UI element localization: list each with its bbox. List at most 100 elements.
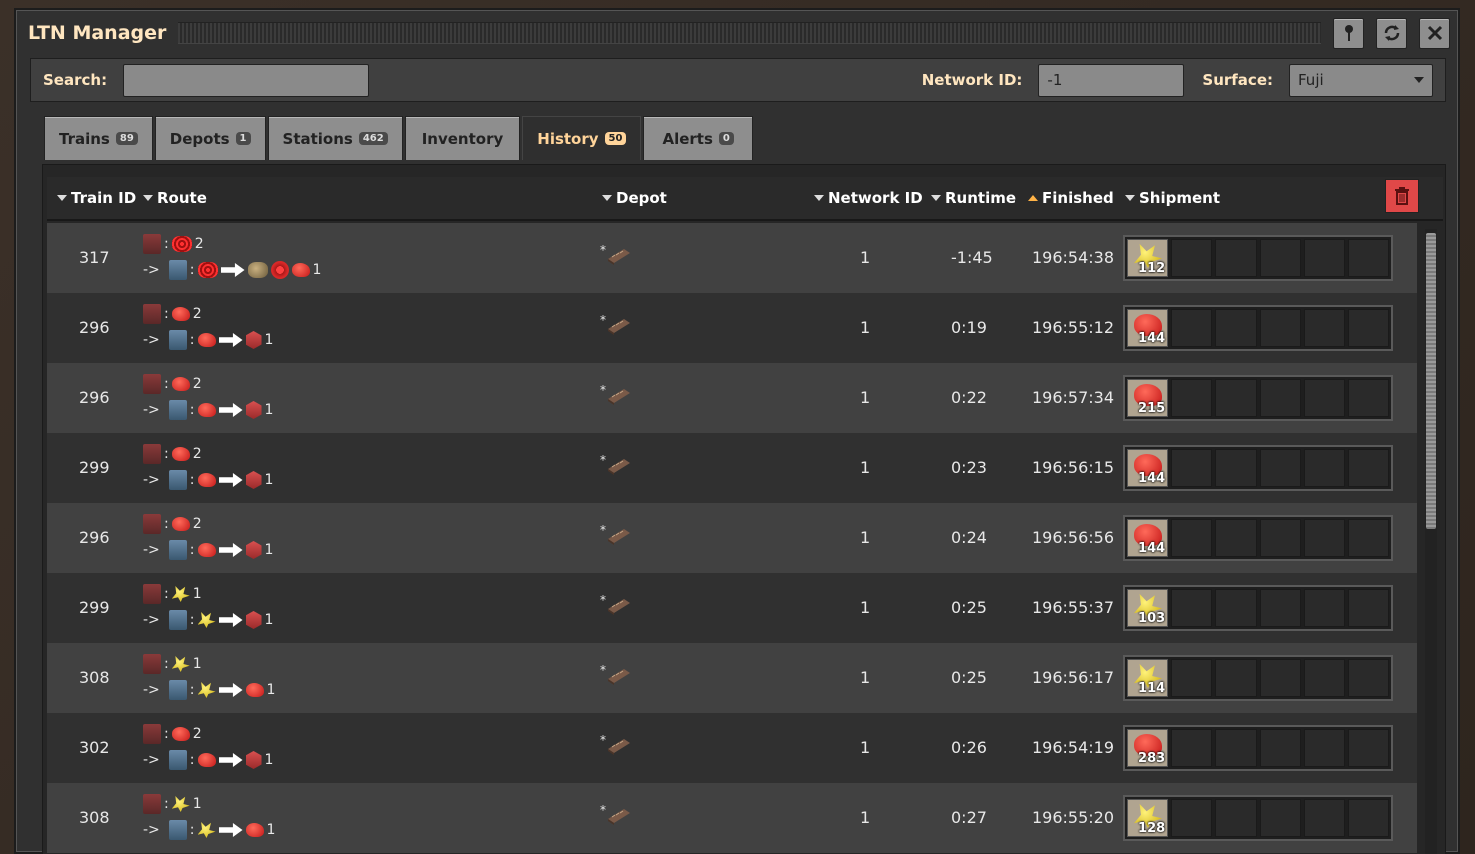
depot-cell[interactable]: * — [600, 663, 630, 685]
train-id-cell[interactable]: 308 — [79, 668, 110, 687]
sort-down-icon — [57, 195, 67, 201]
network-id-cell: 1 — [860, 808, 871, 827]
table-row[interactable]: 296 : 2 -> : 1 * 1 0:19 196:55:12 144 — [47, 293, 1417, 363]
train-id-cell[interactable]: 308 — [79, 808, 110, 827]
arrow-right-icon — [218, 543, 243, 557]
route-provider-line: : 1 — [143, 581, 273, 607]
table-row[interactable]: 296 : 2 -> : 1 * 1 0:22 196:57:34 215 — [47, 363, 1417, 433]
train-id-cell[interactable]: 296 — [79, 318, 110, 337]
shipment-slot[interactable]: 144 — [1127, 519, 1169, 557]
shipment-slot[interactable]: 114 — [1127, 659, 1169, 697]
ore-icon — [291, 263, 310, 277]
train-id-cell[interactable]: 296 — [79, 388, 110, 407]
depot-cell[interactable]: * — [600, 733, 630, 755]
arrow-right-icon — [218, 333, 243, 347]
route-requester-line: -> : 1 — [143, 817, 275, 843]
depot-cell[interactable]: * — [600, 243, 630, 265]
column-route[interactable]: Route — [143, 189, 207, 207]
table-row[interactable]: 302 : 2 -> : 1 * 1 0:26 196:54:19 283 — [47, 713, 1417, 783]
titlebar[interactable]: LTN Manager — [16, 10, 1458, 56]
train-icon — [608, 739, 630, 755]
network-id-cell: 1 — [860, 248, 871, 267]
column-depot[interactable]: Depot — [602, 189, 667, 207]
depot-cell[interactable]: * — [600, 313, 630, 335]
pin-button[interactable] — [1333, 17, 1364, 49]
route-provider-line: : 2 — [143, 231, 321, 257]
close-button[interactable] — [1419, 17, 1450, 49]
shipment-slot[interactable]: 103 — [1127, 589, 1169, 627]
refresh-button[interactable] — [1376, 17, 1407, 49]
depot-cell[interactable]: * — [600, 383, 630, 405]
shipment-slot-empty — [1171, 659, 1213, 697]
train-id-cell[interactable]: 302 — [79, 738, 110, 757]
provider-station-icon — [143, 584, 161, 604]
shipment-slot-empty — [1259, 519, 1301, 557]
tab-stations[interactable]: Stations 462 — [267, 116, 403, 160]
shipment-slot[interactable]: 144 — [1127, 309, 1169, 347]
tab-trains[interactable]: Trains 89 — [44, 116, 153, 160]
table-row[interactable]: 296 : 2 -> : 1 * 1 0:24 196:56:56 144 — [47, 503, 1417, 573]
runtime-cell: 0:24 — [951, 528, 987, 547]
shipment-slot[interactable]: 215 — [1127, 379, 1169, 417]
tab-count-badge: 462 — [358, 132, 388, 145]
shipment-count: 128 — [1138, 821, 1166, 836]
table-row[interactable]: 308 : 1 -> : 1 * 1 0:27 196:55:20 128 — [47, 783, 1417, 853]
circuit-icon — [197, 262, 218, 278]
tab-alerts[interactable]: Alerts 0 — [643, 116, 753, 160]
shipment-slot-empty — [1215, 449, 1257, 487]
tab-count-badge: 89 — [115, 132, 138, 145]
column-finished[interactable]: Finished — [1028, 189, 1114, 207]
column-shipment[interactable]: Shipment — [1125, 189, 1220, 207]
refresh-icon — [1384, 25, 1399, 41]
depot-cell[interactable]: * — [600, 803, 630, 825]
route-requester-line: -> : 1 — [143, 537, 273, 563]
shipment-slot[interactable]: 112 — [1127, 239, 1169, 277]
tab-inventory[interactable]: Inventory — [404, 116, 521, 160]
train-icon — [608, 529, 630, 545]
requester-station-icon — [168, 750, 187, 770]
route-requester-line: -> : 1 — [143, 327, 273, 353]
route-to-count: 1 — [264, 402, 274, 418]
route-sep: : — [164, 796, 169, 812]
ore-icon — [197, 403, 216, 417]
route-cell: : 2 -> : 1 — [143, 371, 273, 423]
search-input[interactable] — [123, 63, 370, 97]
scrollbar[interactable] — [1425, 229, 1437, 854]
shipment-slot[interactable]: 144 — [1127, 449, 1169, 487]
depot-cell[interactable]: * — [600, 523, 630, 545]
tab-depots[interactable]: Depots 1 — [154, 116, 266, 160]
clear-history-button[interactable] — [1385, 179, 1419, 213]
route-from-count: 2 — [192, 726, 202, 742]
table-row[interactable]: 299 : 1 -> : 1 * 1 0:25 196:55:37 103 — [47, 573, 1417, 643]
drag-handle[interactable] — [178, 22, 1321, 44]
train-id-cell[interactable]: 299 — [79, 458, 110, 477]
table-row[interactable]: 308 : 1 -> : 1 * 1 0:25 196:56:17 114 — [47, 643, 1417, 713]
train-id-cell[interactable]: 296 — [79, 528, 110, 547]
route-sep: : — [189, 822, 195, 838]
train-id-cell[interactable]: 299 — [79, 598, 110, 617]
column-train-id[interactable]: Train ID — [57, 189, 136, 207]
route-sep: : — [189, 682, 195, 698]
route-provider-line: : 1 — [143, 651, 275, 677]
surface-dropdown[interactable]: Fuji — [1289, 63, 1433, 97]
table-row[interactable]: 317 : 2 -> : 1 * 1 -1:45 196:54:38 112 — [47, 223, 1417, 293]
network-id-input[interactable]: -1 — [1038, 63, 1185, 97]
column-runtime[interactable]: Runtime — [931, 189, 1016, 207]
ore-icon — [197, 753, 216, 767]
tab-history[interactable]: History 50 — [522, 116, 642, 160]
route-sep: : — [189, 542, 195, 558]
shipment-slot-empty — [1347, 589, 1390, 627]
depot-cell[interactable]: * — [600, 453, 630, 475]
depot-cell[interactable]: * — [600, 593, 630, 615]
chest-icon — [245, 751, 262, 769]
provider-station-icon — [143, 514, 161, 534]
scrollbar-thumb[interactable] — [1426, 233, 1436, 529]
shipment-slot[interactable]: 128 — [1127, 799, 1169, 837]
tab-label: Trains — [59, 129, 110, 148]
table-row[interactable]: 299 : 2 -> : 1 * 1 0:23 196:56:15 144 — [47, 433, 1417, 503]
column-network-id[interactable]: Network ID — [814, 189, 923, 207]
shipment-slot-empty — [1259, 659, 1301, 697]
shipment-slot[interactable]: 283 — [1127, 729, 1169, 767]
train-id-cell[interactable]: 317 — [79, 248, 110, 267]
shipment-count: 144 — [1138, 541, 1166, 556]
